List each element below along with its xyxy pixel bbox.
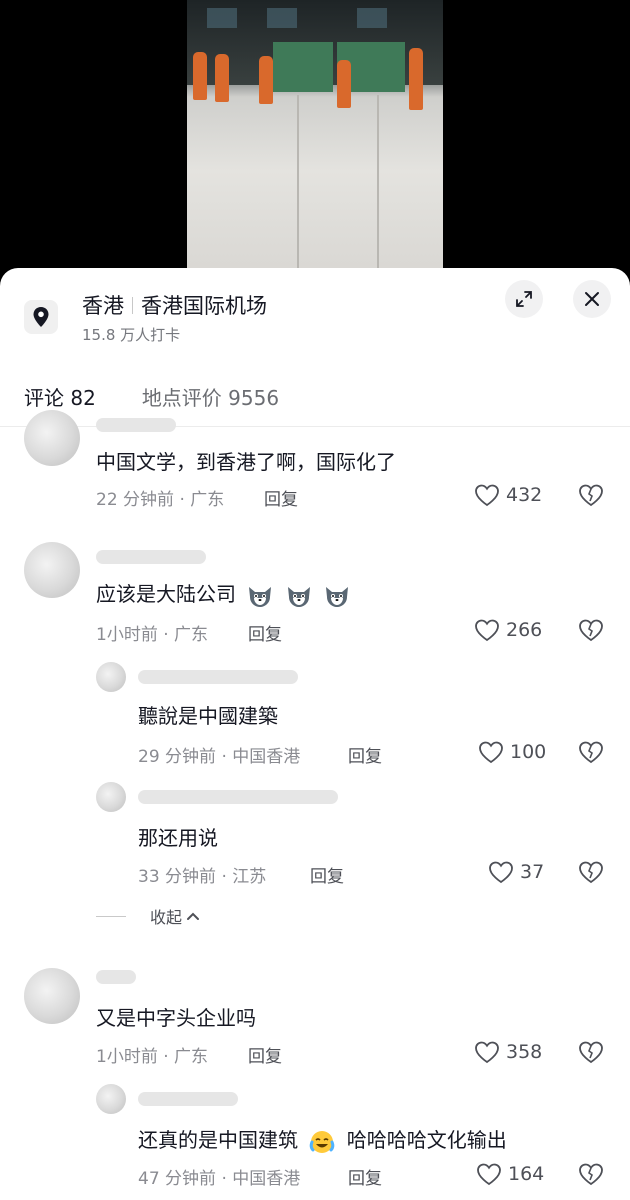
- broken-heart-icon: [579, 1041, 603, 1064]
- broken-heart-icon: [579, 1163, 603, 1186]
- comment-username[interactable]: [138, 670, 298, 684]
- comment-username[interactable]: [138, 790, 338, 804]
- comment-meta: 29 分钟前 · 中国香港: [138, 747, 301, 767]
- close-button[interactable]: [573, 280, 611, 318]
- dislike-button[interactable]: [578, 483, 604, 511]
- comment-text: 又是中字头企业吗: [96, 1006, 256, 1030]
- like-count: 358: [506, 1041, 543, 1063]
- avatar[interactable]: [24, 968, 80, 1024]
- location-pin-icon: [24, 300, 58, 334]
- expand-icon: [516, 291, 532, 307]
- comment-text-after: 哈哈哈哈文化输出: [346, 1128, 507, 1152]
- like-count: 164: [508, 1163, 545, 1185]
- video-worker: [259, 56, 273, 104]
- avatar[interactable]: [24, 410, 80, 466]
- video-floor-line: [297, 95, 299, 285]
- heart-icon: [477, 1163, 501, 1186]
- broken-heart-icon: [579, 619, 603, 642]
- dislike-button[interactable]: [578, 1162, 604, 1190]
- comment-username[interactable]: [96, 550, 206, 564]
- heart-icon: [475, 484, 499, 507]
- video-banner: [273, 42, 333, 92]
- dislike-button[interactable]: [578, 1040, 604, 1068]
- comment-text-before: 还真的是中国建筑: [138, 1128, 298, 1152]
- comment-meta: 1小时前 · 广东: [96, 625, 209, 645]
- broken-heart-icon: [579, 484, 603, 507]
- comment-text: 聽說是中國建築: [138, 704, 278, 728]
- avatar[interactable]: [96, 662, 126, 692]
- heart-icon: [479, 741, 503, 764]
- location-separator: [132, 296, 133, 314]
- comments-sheet: 香港 香港国际机场 15.8 万人打卡 评论 82 地点评价 9556 中国文学…: [0, 268, 630, 1200]
- location-place: 香港国际机场: [141, 294, 267, 318]
- reply-button[interactable]: 回复: [310, 862, 344, 887]
- reply-button[interactable]: 回复: [264, 485, 298, 510]
- collapse-dash: [96, 915, 126, 917]
- video-window: [357, 8, 387, 28]
- video-worker: [337, 60, 351, 108]
- video-window: [207, 8, 237, 28]
- broken-heart-icon: [579, 861, 603, 884]
- sheet-tabs: 评论 82 地点评价 9556: [24, 382, 325, 411]
- reply-button[interactable]: 回复: [248, 1042, 282, 1067]
- close-icon: [585, 292, 599, 306]
- crying-laughing-emoji: [304, 1128, 346, 1153]
- like-button[interactable]: 37: [488, 860, 544, 884]
- location-title[interactable]: 香港 香港国际机场: [82, 290, 267, 320]
- avatar[interactable]: [24, 542, 80, 598]
- like-button[interactable]: 432: [474, 483, 542, 507]
- comment-meta: 33 分钟前 · 江苏: [138, 867, 267, 887]
- like-count: 432: [506, 484, 543, 506]
- tab-place-reviews[interactable]: 地点评价 9556: [142, 382, 279, 411]
- avatar[interactable]: [96, 1084, 126, 1114]
- video-preview-area[interactable]: [0, 0, 630, 285]
- like-count: 266: [506, 619, 543, 641]
- tab-divider: [0, 426, 630, 427]
- dislike-button[interactable]: [578, 860, 604, 888]
- heart-icon: [475, 619, 499, 642]
- comment-text: 中国文学，到香港了啊，国际化了: [96, 450, 396, 474]
- like-button[interactable]: 358: [474, 1040, 542, 1064]
- video-worker: [409, 48, 423, 110]
- location-checkins: 15.8 万人打卡: [82, 326, 181, 344]
- collapse-label: 收起: [150, 908, 183, 927]
- video-floor-line: [377, 95, 379, 285]
- comment-username[interactable]: [138, 1092, 238, 1106]
- video-worker: [215, 54, 229, 102]
- comment-meta: 1小时前 · 广东: [96, 1047, 209, 1067]
- like-button[interactable]: 266: [474, 618, 542, 642]
- comment-text: 那还用说: [138, 826, 218, 850]
- tab-comments[interactable]: 评论 82: [24, 382, 96, 411]
- comment-meta: 22 分钟前 · 广东: [96, 490, 225, 510]
- reply-button[interactable]: 回复: [248, 620, 282, 645]
- heart-icon: [475, 1041, 499, 1064]
- comment-text: 还真的是中国建筑 哈哈哈哈文化输出: [138, 1124, 507, 1155]
- comment-text: 应该是大陆公司: [96, 578, 351, 609]
- broken-heart-icon: [579, 741, 603, 764]
- video-frame[interactable]: [187, 0, 443, 285]
- like-count: 100: [510, 741, 547, 763]
- collapse-replies-button[interactable]: 收起: [96, 904, 200, 928]
- dislike-button[interactable]: [578, 740, 604, 768]
- comment-meta: 47 分钟前 · 中国香港: [138, 1169, 301, 1189]
- comment-username[interactable]: [96, 970, 136, 984]
- like-count: 37: [520, 861, 545, 883]
- avatar[interactable]: [96, 782, 126, 812]
- heart-icon: [489, 861, 513, 884]
- comment-username[interactable]: [96, 418, 176, 432]
- expand-button[interactable]: [505, 280, 543, 318]
- reply-button[interactable]: 回复: [348, 742, 382, 767]
- like-button[interactable]: 164: [476, 1162, 544, 1186]
- location-city: 香港: [82, 294, 124, 318]
- video-window: [267, 8, 297, 28]
- comment-text-body: 应该是大陆公司: [96, 582, 236, 606]
- video-worker: [193, 52, 207, 100]
- chevron-up-icon: [187, 912, 200, 920]
- husky-emoji: [242, 582, 351, 607]
- dislike-button[interactable]: [578, 618, 604, 646]
- reply-button[interactable]: 回复: [348, 1164, 382, 1189]
- like-button[interactable]: 100: [478, 740, 546, 764]
